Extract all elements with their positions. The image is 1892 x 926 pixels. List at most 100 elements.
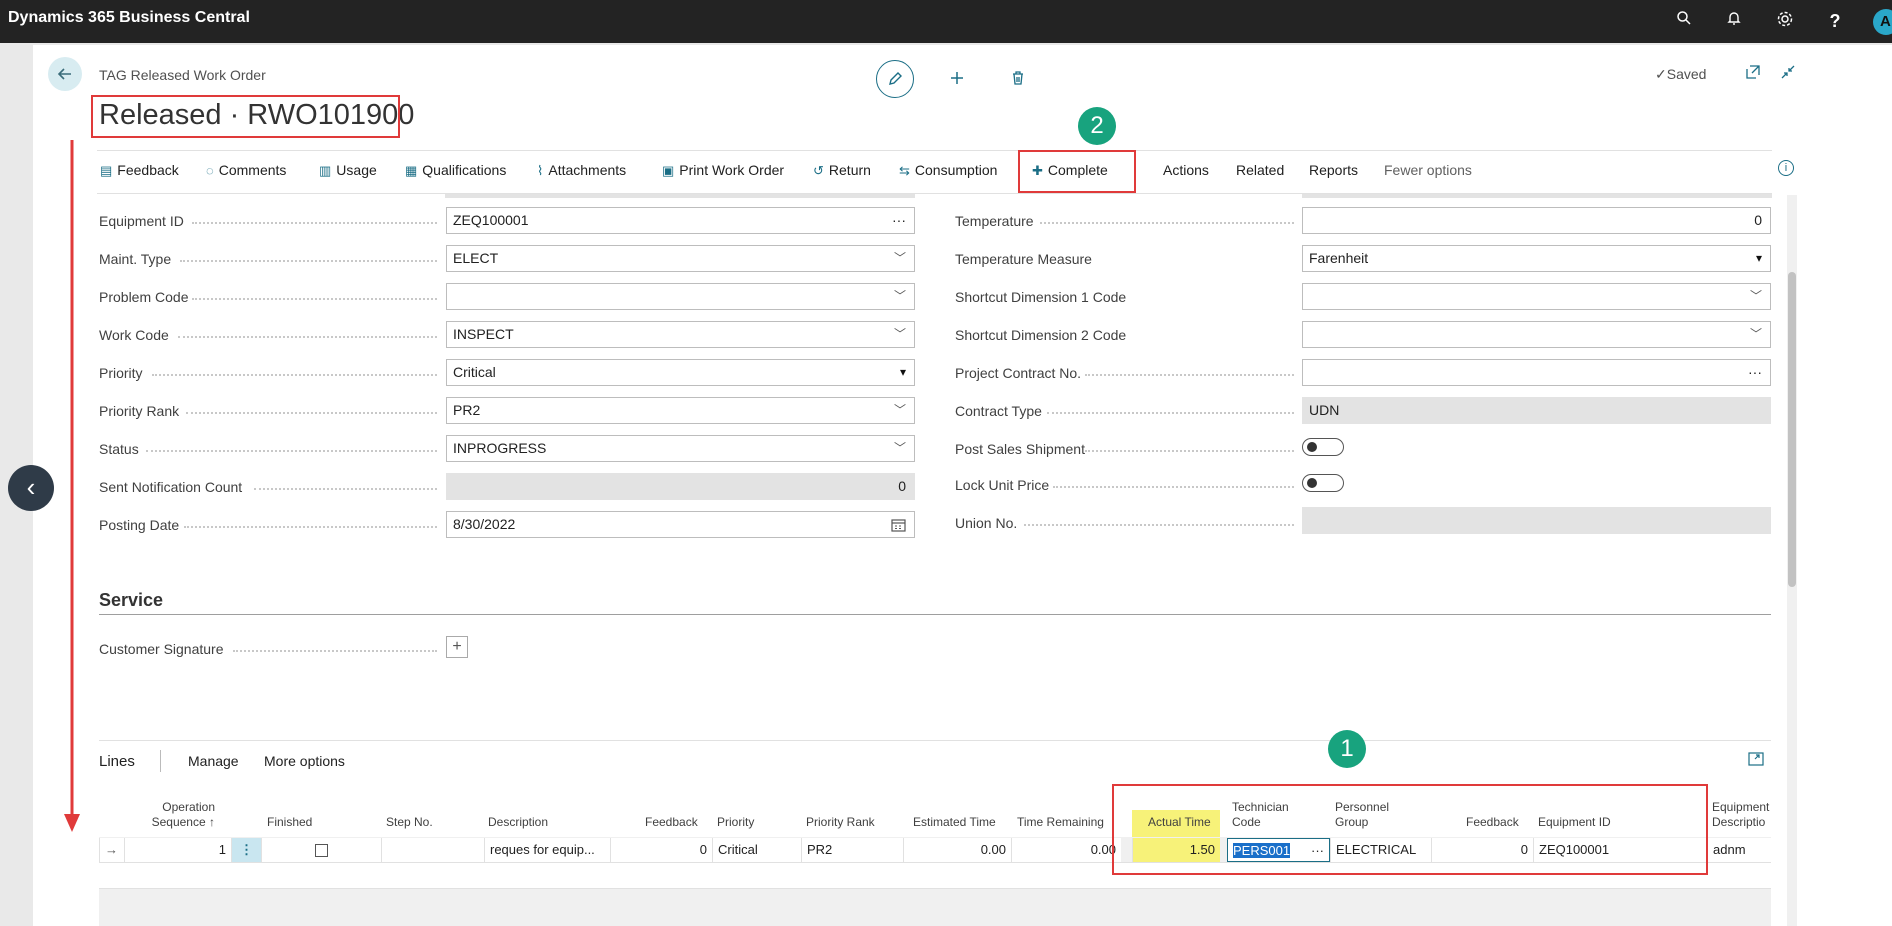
app-title: Dynamics 365 Business Central — [8, 9, 250, 26]
menu-reports[interactable]: Reports — [1309, 162, 1358, 178]
lines-manage[interactable]: Manage — [188, 753, 239, 769]
problem-code-field[interactable]: ﹀ — [446, 283, 915, 310]
temperature-field[interactable]: 0 — [1302, 207, 1771, 234]
action-qualifications[interactable]: ▦ Qualifications — [405, 162, 506, 179]
gear-icon[interactable] — [1774, 10, 1796, 32]
chevron-down-icon: ﹀ — [1749, 289, 1762, 303]
action-print-work-order[interactable]: ▣ Print Work Order — [662, 162, 784, 179]
chevron-down-icon: ﹀ — [1749, 327, 1762, 341]
cell-finished[interactable] — [261, 838, 381, 862]
action-attachments[interactable]: ⌇ Attachments — [537, 162, 626, 179]
cell-estimated-time[interactable]: 0.00 — [903, 838, 1011, 862]
menu-fewer-options[interactable]: Fewer options — [1384, 162, 1472, 178]
col-time-remaining[interactable]: Time Remaining — [1017, 815, 1104, 830]
label-contract-type: Contract Type — [955, 403, 1042, 419]
menu-related[interactable]: Related — [1236, 162, 1284, 178]
add-signature-button[interactable]: + — [446, 636, 468, 658]
label-temperature: Temperature — [955, 213, 1034, 229]
col-operation-sequence[interactable]: Operation Sequence ↑ — [150, 800, 215, 830]
action-usage[interactable]: ▥ Usage — [319, 162, 377, 179]
lookup-icon[interactable]: ··· — [1748, 360, 1762, 385]
calendar-icon[interactable] — [891, 512, 906, 540]
bell-icon[interactable] — [1723, 10, 1745, 32]
section-divider — [99, 614, 1771, 615]
post-sales-shipment-toggle[interactable] — [1302, 438, 1344, 456]
chevron-down-icon: ﹀ — [893, 251, 906, 265]
cell-feedback[interactable]: 0 — [610, 838, 712, 862]
lines-title: Lines — [99, 753, 135, 770]
edit-button[interactable] — [876, 60, 914, 98]
info-icon[interactable]: i — [1778, 160, 1794, 176]
label-maint-type: Maint. Type — [99, 251, 172, 267]
top-bar: Dynamics 365 Business Central — [0, 0, 1892, 43]
maint-type-field[interactable]: ELECT ﹀ — [446, 245, 915, 272]
complete-highlight-box — [1018, 150, 1136, 193]
expand-lines-icon[interactable] — [1748, 752, 1764, 769]
shortcut-dimension-1-field[interactable]: ﹀ — [1302, 283, 1771, 310]
label-union-no: Union No. — [955, 515, 1018, 531]
lines-more-options[interactable]: More options — [264, 753, 345, 769]
select-arrow-icon: ▾ — [1755, 251, 1762, 265]
chevron-down-icon: ﹀ — [893, 327, 906, 341]
row-menu-button[interactable]: ⋮ — [231, 838, 261, 862]
work-code-field[interactable]: INSPECT ﹀ — [446, 321, 915, 348]
avatar[interactable]: A — [1873, 9, 1892, 35]
cell-step-no[interactable] — [381, 838, 484, 862]
action-feedback[interactable]: ▤ Feedback — [100, 162, 179, 179]
priority-rank-field[interactable]: PR2 ﹀ — [446, 397, 915, 424]
col-priority[interactable]: Priority — [717, 815, 754, 830]
breadcrumb: TAG Released Work Order — [99, 67, 266, 83]
collapse-icon[interactable] — [1780, 64, 1796, 85]
cell-priority-rank[interactable]: PR2 — [801, 838, 903, 862]
help-icon[interactable]: ? — [1824, 10, 1846, 32]
chevron-down-icon: ﹀ — [893, 403, 906, 417]
col-step-no[interactable]: Step No. — [386, 815, 433, 830]
action-comments[interactable]: ◌ Comments — [206, 162, 286, 178]
service-section-title[interactable]: Service — [99, 590, 163, 611]
check-icon: ✓ — [1655, 66, 1667, 82]
col-priority-rank[interactable]: Priority Rank — [806, 815, 875, 830]
col-finished[interactable]: Finished — [267, 815, 312, 830]
open-new-window-icon[interactable] — [1745, 64, 1761, 85]
cell-time-remaining[interactable]: 0.00 — [1011, 838, 1121, 862]
title-highlight-box — [91, 95, 400, 138]
label-priority: Priority — [99, 365, 143, 381]
priority-select[interactable]: Critical ▾ — [446, 359, 915, 386]
col-estimated-time[interactable]: Estimated Time — [913, 815, 996, 830]
finished-checkbox[interactable] — [315, 844, 328, 857]
feedback-icon: ▤ — [100, 163, 113, 178]
lock-unit-price-toggle[interactable] — [1302, 474, 1344, 492]
delete-button[interactable] — [999, 60, 1037, 98]
action-consumption[interactable]: ⇆ Consumption — [899, 162, 997, 179]
cell-description[interactable]: reques for equip... — [484, 838, 610, 862]
select-arrow-icon: ▾ — [899, 365, 906, 379]
step-2-badge: 2 — [1078, 107, 1116, 145]
action-return[interactable]: ↺ Return — [813, 162, 871, 179]
col-description[interactable]: Description — [488, 815, 548, 830]
status-field[interactable]: INPROGRESS ﹀ — [446, 435, 915, 462]
collapse-nav-button[interactable]: ‹ — [8, 465, 54, 511]
label-customer-signature: Customer Signature — [99, 641, 224, 657]
scroll-hint — [445, 194, 915, 198]
col-feedback[interactable]: Feedback — [645, 815, 698, 830]
comments-icon: ◌ — [206, 163, 214, 178]
scroll-hint-right — [1302, 194, 1772, 198]
posting-date-field[interactable]: 8/30/2022 — [446, 511, 915, 538]
consumption-icon: ⇆ — [899, 163, 910, 178]
cell-priority[interactable]: Critical — [712, 838, 801, 862]
back-button[interactable] — [48, 57, 82, 91]
cell-operation-sequence[interactable]: 1 — [124, 838, 231, 862]
row-indicator-icon: → — [99, 838, 124, 862]
project-contract-no-field[interactable]: ··· — [1302, 359, 1771, 386]
equipment-id-field[interactable]: ZEQ100001 ··· — [446, 207, 915, 234]
search-icon[interactable] — [1673, 10, 1695, 32]
lookup-icon[interactable]: ··· — [892, 208, 906, 233]
new-button[interactable] — [938, 60, 976, 98]
scrollbar-thumb[interactable] — [1788, 272, 1796, 587]
cell-equipment-description[interactable]: adnm — [1707, 838, 1771, 862]
temperature-measure-select[interactable]: Farenheit ▾ — [1302, 245, 1771, 272]
label-equipment-id: Equipment ID — [99, 213, 184, 229]
shortcut-dimension-2-field[interactable]: ﹀ — [1302, 321, 1771, 348]
menu-actions[interactable]: Actions — [1163, 162, 1209, 178]
col-equipment-description[interactable]: Equipment Descriptio — [1712, 800, 1771, 830]
